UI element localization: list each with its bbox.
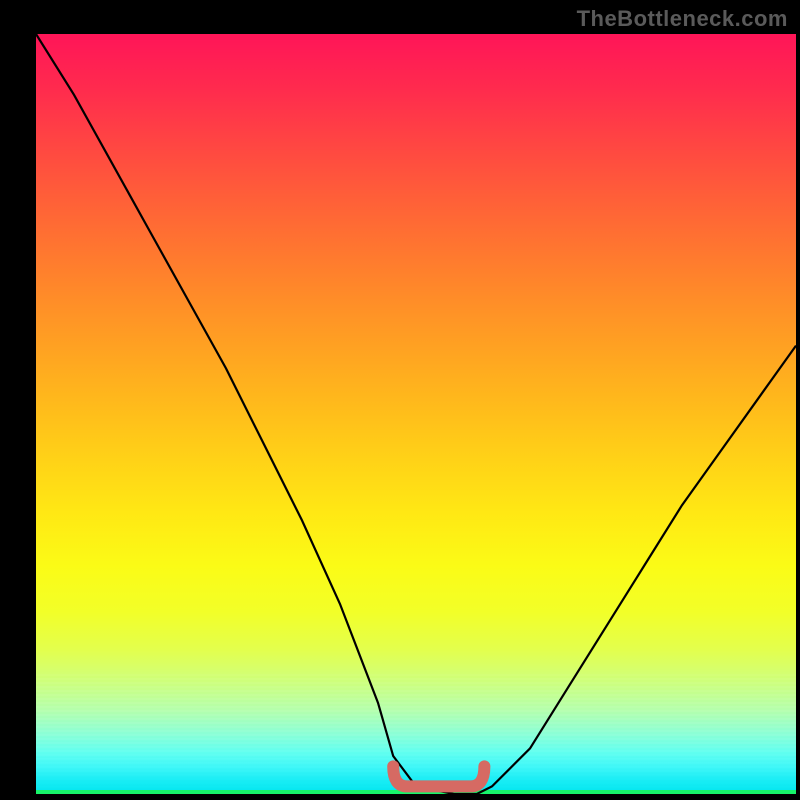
watermark-text: TheBottleneck.com <box>577 6 788 32</box>
bottleneck-curve-line <box>36 34 796 794</box>
plot-area <box>36 34 796 794</box>
valley-marker <box>393 766 484 786</box>
curve-svg <box>36 34 796 794</box>
chart-frame: TheBottleneck.com <box>0 0 800 800</box>
